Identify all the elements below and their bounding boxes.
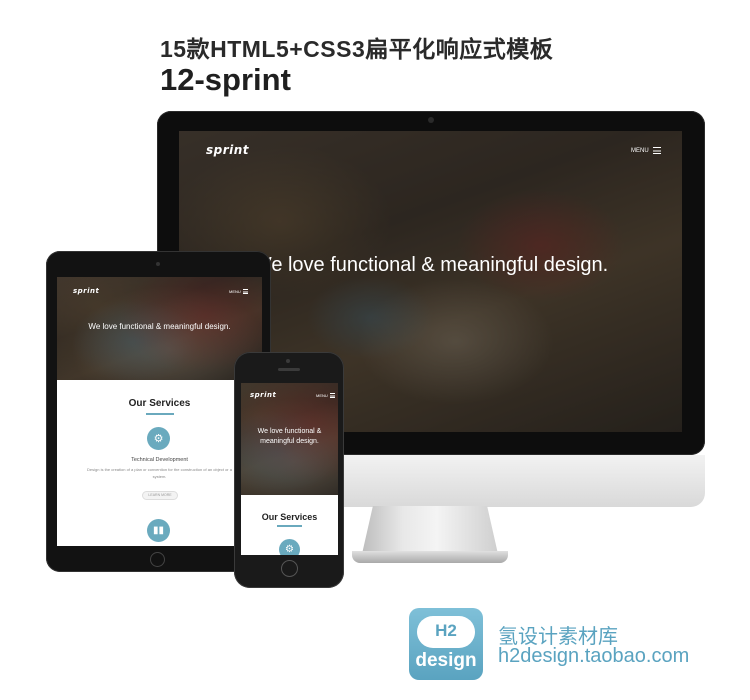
menu-button[interactable]: MENU [631, 147, 661, 154]
iphone-speaker [278, 368, 300, 371]
menu-label: MENU [229, 289, 241, 294]
hamburger-icon [242, 289, 248, 294]
iphone-home-button[interactable] [281, 560, 298, 577]
ipad-hero: sprint MENU We love functional & meaning… [57, 277, 262, 380]
services-underline [146, 413, 174, 415]
page-subtitle: 12-sprint [160, 62, 291, 97]
hamburger-icon [329, 393, 335, 398]
menu-button[interactable]: MENU [316, 393, 335, 398]
imac-camera [428, 117, 434, 123]
ipad-home-button[interactable] [150, 552, 165, 567]
service-description-cont: system. [152, 474, 167, 479]
hamburger-icon [652, 147, 661, 154]
tools-icon: ▮▮ [147, 519, 170, 542]
logo-mark-text: H2 [435, 621, 457, 640]
site-logo[interactable]: sprint [250, 391, 276, 399]
menu-button[interactable]: MENU [229, 289, 248, 294]
ipad-screen: sprint MENU We love functional & meaning… [57, 277, 262, 546]
gear-icon: ⚙ [147, 427, 170, 450]
logo-label: design [415, 650, 477, 671]
site-logo[interactable]: sprint [73, 287, 99, 295]
learn-more-button[interactable]: LEARN MORE [142, 491, 178, 500]
hero-heading-line2: meaningful design. [260, 438, 319, 445]
service-name: Technical Development [131, 457, 188, 463]
ipad-camera [156, 262, 160, 266]
watermark-url[interactable]: h2design.taobao.com [498, 645, 689, 668]
site-logo[interactable]: sprint [206, 143, 249, 157]
iphone-screen: sprint MENU We love functional & meaning… [241, 383, 338, 555]
hero-heading: We love functional & meaningful design. [88, 322, 231, 331]
h2design-logo: H2 design [409, 608, 483, 680]
services-title: Our Services [128, 398, 191, 409]
services-title: Our Services [261, 512, 318, 522]
imac-stand-base [352, 551, 508, 563]
iphone-hero: sprint MENU We love functional & meaning… [241, 383, 338, 495]
menu-label: MENU [631, 147, 649, 154]
menu-label: MENU [316, 393, 328, 398]
imac-stand [362, 506, 498, 554]
page-title: 15款HTML5+CSS3扁平化响应式模板 [160, 36, 554, 62]
iphone-camera [286, 359, 290, 363]
hero-heading-line1: We love functional & [257, 428, 322, 435]
services-underline [277, 525, 302, 527]
gear-icon: ⚙ [279, 539, 300, 555]
service-description: Design is the creation of a plan or conv… [87, 467, 232, 472]
